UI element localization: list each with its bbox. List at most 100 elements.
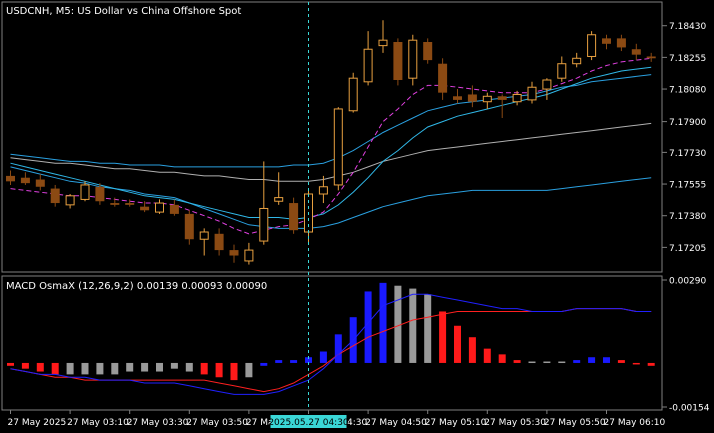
price-tick-label: 7.17380 <box>669 212 706 222</box>
macd-histogram-bar <box>543 361 551 364</box>
candle-body <box>333 108 343 186</box>
candle-body <box>244 249 254 262</box>
candle-body <box>363 48 373 83</box>
macd-histogram-bar <box>260 362 268 366</box>
candle-body <box>214 233 224 251</box>
candle-body <box>557 63 567 79</box>
macd-histogram-bar <box>468 337 476 363</box>
macd-histogram-bar <box>170 362 178 369</box>
candle-body <box>482 95 492 103</box>
candle-body <box>512 93 522 103</box>
macd-histogram-bar <box>498 354 506 363</box>
time-tick-label: 27 May 2025 <box>8 418 67 428</box>
crosshair-time-label: 2025.05.27 04:30 <box>268 418 349 428</box>
candle-body <box>497 96 507 100</box>
macd-histogram-bar <box>558 361 566 364</box>
candle-body <box>527 86 537 101</box>
candle-body <box>393 42 403 80</box>
candle-body <box>229 250 239 256</box>
candle-body <box>289 203 299 231</box>
candle-body <box>631 49 641 55</box>
candle <box>393 38 403 86</box>
candle-body <box>318 186 328 195</box>
time-tick-label: 27 May 03:30 <box>127 418 189 428</box>
candle-body <box>155 202 164 213</box>
candle-body <box>348 77 358 112</box>
price-chart-title: USDCNH, M5: US Dollar vs China Offshore … <box>6 6 241 17</box>
time-tick-label: 27 May 06:10 <box>604 418 666 428</box>
macd-histogram-bar <box>573 360 581 363</box>
candle-body <box>169 204 179 214</box>
candle <box>333 107 343 191</box>
macd-histogram-bar <box>111 362 119 375</box>
macd-histogram-bar <box>66 362 74 375</box>
candle-body <box>467 94 477 102</box>
candle-body <box>184 213 194 240</box>
time-tick-label: 27 May 05:50 <box>544 418 606 428</box>
macd-histogram-bar <box>528 361 536 364</box>
price-tick-label: 7.18080 <box>669 86 706 96</box>
candle <box>289 197 299 234</box>
time-tick-label: 27 May 04:50 <box>365 418 427 428</box>
macd-histogram-bar <box>632 362 640 365</box>
macd-histogram-bar <box>319 351 327 363</box>
macd-tick-label: 0.00290 <box>669 277 706 287</box>
candle-body <box>587 34 597 57</box>
price-tick-label: 7.18255 <box>669 54 706 64</box>
macd-title: MACD OsmaX (12,26,9,2) 0.00139 0.00093 0… <box>6 281 267 292</box>
price-tick-label: 7.18430 <box>669 22 706 32</box>
time-tick-label: 27 May 05:10 <box>425 418 487 428</box>
time-tick-label: 27 May 03:50 <box>186 418 248 428</box>
candle-body <box>125 203 135 205</box>
macd-histogram-bar <box>141 362 149 372</box>
candle-body <box>140 206 150 211</box>
macd-histogram-bar <box>81 362 89 375</box>
macd-histogram-bar <box>215 362 223 378</box>
candle-body <box>80 184 90 200</box>
macd-histogram-bar <box>364 291 372 363</box>
macd-histogram-bar <box>230 362 238 381</box>
macd-histogram-bar <box>185 362 193 372</box>
candle-body <box>542 79 552 90</box>
candle <box>587 31 597 61</box>
macd-histogram-bar <box>379 282 387 363</box>
candle-body <box>65 195 75 206</box>
macd-histogram-bar <box>51 362 59 375</box>
macd-histogram-bar <box>245 362 253 378</box>
candle-body <box>453 96 462 100</box>
candle-body <box>6 175 15 182</box>
macd-tick-label: -0.00154 <box>669 404 710 414</box>
candle <box>423 38 433 64</box>
candle-body <box>259 207 269 242</box>
candle <box>348 72 358 113</box>
macd-histogram-bar <box>424 294 432 363</box>
macd-histogram-bar <box>409 288 417 363</box>
macd-histogram-bar <box>483 348 491 363</box>
candle <box>408 34 418 86</box>
macd-histogram-bar <box>603 357 610 363</box>
candle-body <box>616 38 626 48</box>
macd-histogram-bar <box>617 360 625 363</box>
candle-body <box>646 56 656 59</box>
macd-histogram-bar <box>647 362 655 366</box>
candle-body <box>50 188 60 204</box>
price-tick-label: 7.17730 <box>669 149 706 159</box>
candle-body <box>110 203 120 205</box>
candle-body <box>20 177 30 184</box>
macd-histogram-bar <box>21 362 29 369</box>
time-tick-label: 27 May 05:30 <box>484 418 546 428</box>
candle-body <box>438 63 448 93</box>
candle-body <box>602 38 611 44</box>
candle-body <box>35 179 45 187</box>
price-tick-label: 7.17555 <box>669 181 706 191</box>
candle-body <box>423 42 433 61</box>
price-tick-label: 7.17900 <box>669 118 706 128</box>
macd-histogram-bar <box>7 362 14 366</box>
macd-histogram-bar <box>156 362 163 372</box>
candle-body <box>572 57 582 65</box>
macd-histogram-bar <box>454 325 461 363</box>
candle-body <box>199 231 209 240</box>
trading-chart[interactable]: 7.18430 7.18255 7.18080 7.17900 7.17730 7.175… <box>0 0 714 433</box>
macd-histogram-bar <box>439 311 447 363</box>
macd-histogram-bar <box>588 357 596 363</box>
